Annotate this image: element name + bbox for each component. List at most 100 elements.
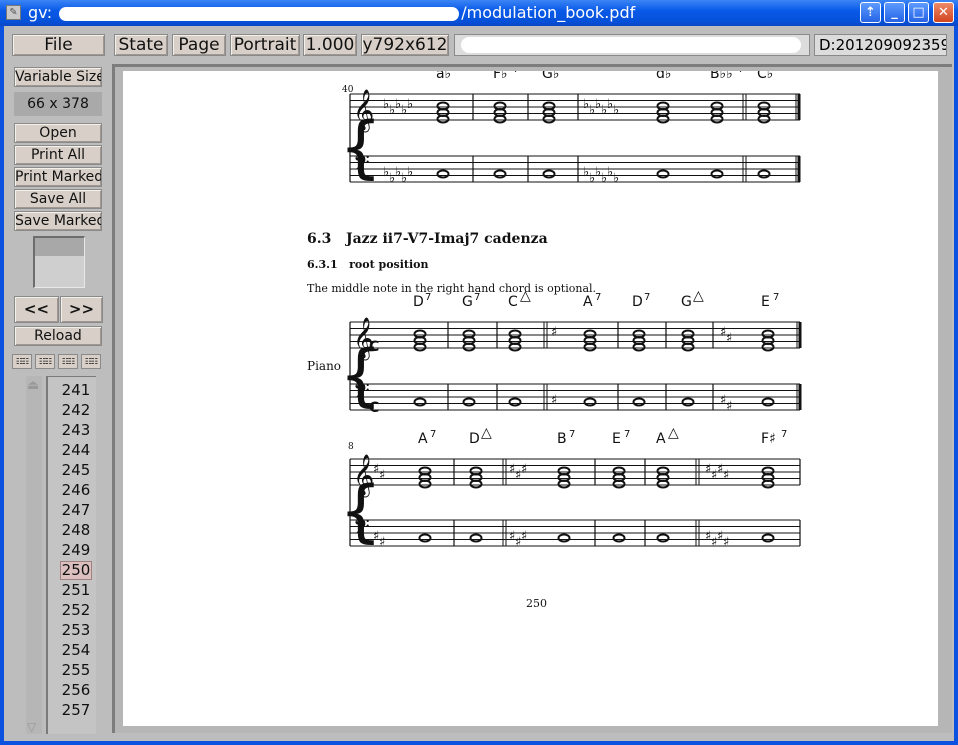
subsection-number: 6.3.1 <box>307 258 338 271</box>
size-readout: 66 x 378 <box>14 92 102 116</box>
page-list-item[interactable]: 247 <box>60 501 92 520</box>
page-list-item[interactable]: 257 <box>60 701 92 720</box>
chord-symbol: C <box>508 294 518 310</box>
gv-window: ✎ gv: /modulation_book.pdf ⇡ _ □ ✕ File … <box>0 0 958 745</box>
mark-odd-button[interactable]: ☷☷ <box>12 354 32 369</box>
pin-icon: ⇡ <box>865 5 876 20</box>
variable-size-button[interactable]: Variable Size <box>14 67 102 87</box>
chord-quality: 7 <box>624 429 630 440</box>
bass-notehead <box>469 533 483 543</box>
page-list-item[interactable]: 245 <box>60 461 92 480</box>
chord-quality: △ <box>481 425 492 441</box>
filename-field[interactable] <box>454 34 810 56</box>
title-filename: /modulation_book.pdf <box>461 3 636 22</box>
chord-symbol: B <box>557 431 567 447</box>
document-viewport[interactable]: {𝄞𝄢♭♭♭♭♭♭♭♭♭♭♭♭♭♭♭♭♭♭♭♭♭♭a♭F♭7G♭d♭B♭♭7C♭… <box>112 64 952 733</box>
page-list-item[interactable]: 250 <box>60 561 92 580</box>
maximize-button[interactable]: □ <box>908 2 929 23</box>
chord-symbol: A <box>418 431 428 447</box>
page-list-item[interactable]: 256 <box>60 681 92 700</box>
key-signature-accidental: ♯ <box>726 331 732 346</box>
app-icon[interactable]: ✎ <box>6 5 21 20</box>
print-all-button[interactable]: Print All <box>14 145 102 165</box>
bass-notehead <box>413 397 427 407</box>
chord-quality: △ <box>693 288 704 304</box>
chord-quality: 7 <box>430 429 436 440</box>
reload-button[interactable]: Reload <box>14 326 102 346</box>
bass-notehead <box>757 169 771 179</box>
minimize-button[interactable]: _ <box>884 2 905 23</box>
page-list-item[interactable]: 255 <box>60 661 92 680</box>
page-list-item[interactable]: 242 <box>60 401 92 420</box>
bass-notehead <box>761 397 775 407</box>
page-list-item[interactable]: 243 <box>60 421 92 440</box>
date-field: D:20120909235903 <box>814 34 947 56</box>
unmark-all-button[interactable]: ☷☷ <box>81 354 101 369</box>
page-menu-button[interactable]: Page <box>172 34 226 56</box>
chord-symbol: B♭♭ <box>710 71 733 82</box>
chord-symbol: D <box>413 294 424 310</box>
window-title: gv: /modulation_book.pdf <box>28 3 635 22</box>
treble-clef-icon: 𝄞 <box>353 89 374 132</box>
chord-symbol: a♭ <box>436 71 451 82</box>
page-list-item[interactable]: 251 <box>60 581 92 600</box>
paragraph: The middle note in the right hand chord … <box>307 282 597 295</box>
key-signature-accidental: ♯ <box>723 535 729 550</box>
bass-notehead <box>612 533 626 543</box>
page-list-item[interactable]: 252 <box>60 601 92 620</box>
bass-notehead <box>542 169 556 179</box>
chord-quality: 7 <box>513 71 519 75</box>
key-signature-accidental: ♭ <box>613 171 619 186</box>
page-list-scrollbar[interactable]: ⏏ ▽ <box>26 376 42 734</box>
pin-button[interactable]: ⇡ <box>860 2 881 23</box>
key-signature-accidental: ♯ <box>521 462 527 477</box>
mark-even-button[interactable]: ☷☷ <box>35 354 55 369</box>
chord-quality: 7 <box>738 71 744 75</box>
page-list-item[interactable]: 254 <box>60 641 92 660</box>
page-number: 250 <box>526 597 547 610</box>
chord-symbol: d♭ <box>656 71 672 82</box>
media-button[interactable]: y792x612 <box>361 34 449 56</box>
panner-viewport[interactable] <box>35 238 84 256</box>
bass-notehead <box>508 397 522 407</box>
state-menu-button[interactable]: State <box>114 34 168 56</box>
close-icon: ✕ <box>938 5 949 20</box>
bass-clef-icon: 𝄢 <box>353 515 370 545</box>
title-prefix: gv: <box>28 3 58 22</box>
chord-symbol: D <box>632 294 643 310</box>
page-list-item[interactable]: 249 <box>60 541 92 560</box>
page-list[interactable]: 241 242 243 244 245 246 247 248 249 250 251 252 253 2… <box>46 376 96 734</box>
bass-notehead <box>418 533 432 543</box>
page-panner[interactable] <box>33 236 85 288</box>
page-list-item[interactable]: 246 <box>60 481 92 500</box>
key-signature-accidental: ♯ <box>521 529 527 544</box>
next-page-button[interactable]: >> <box>60 296 103 323</box>
chord-symbol: E <box>761 294 770 310</box>
page-list-item[interactable]: 241 <box>60 381 92 400</box>
subsection-title: root position <box>349 258 429 271</box>
key-signature-accidental: ♭ <box>407 165 413 180</box>
bass-notehead <box>681 397 695 407</box>
save-marked-button[interactable]: Save Marked <box>14 211 102 231</box>
scroll-up-icon[interactable]: ⏏ <box>27 378 39 393</box>
chord-symbol: G <box>681 294 692 310</box>
scale-button[interactable]: 1.000 <box>303 34 357 56</box>
save-all-button[interactable]: Save All <box>14 189 102 209</box>
chord-symbol: A <box>656 431 666 447</box>
prev-page-button[interactable]: << <box>14 296 59 323</box>
key-signature-accidental: ♯ <box>551 393 557 408</box>
orientation-button[interactable]: Portrait <box>230 34 300 56</box>
chord-symbol: F♭ <box>493 71 508 82</box>
file-menu-button[interactable]: File <box>12 34 105 56</box>
close-button[interactable]: ✕ <box>933 2 954 23</box>
print-marked-button[interactable]: Print Marked <box>14 167 102 187</box>
open-button[interactable]: Open <box>14 123 102 143</box>
page-list-item[interactable]: 244 <box>60 441 92 460</box>
page-list-item[interactable]: 248 <box>60 521 92 540</box>
title-bar[interactable]: ✎ gv: /modulation_book.pdf ⇡ _ □ ✕ <box>0 0 958 26</box>
scroll-down-icon[interactable]: ▽ <box>27 720 36 734</box>
page-list-item[interactable]: 253 <box>60 621 92 640</box>
mark-current-button[interactable]: ☷☷ <box>58 354 78 369</box>
chord-symbol: F♯ <box>761 431 776 447</box>
key-signature-accidental: ♭ <box>407 97 413 112</box>
